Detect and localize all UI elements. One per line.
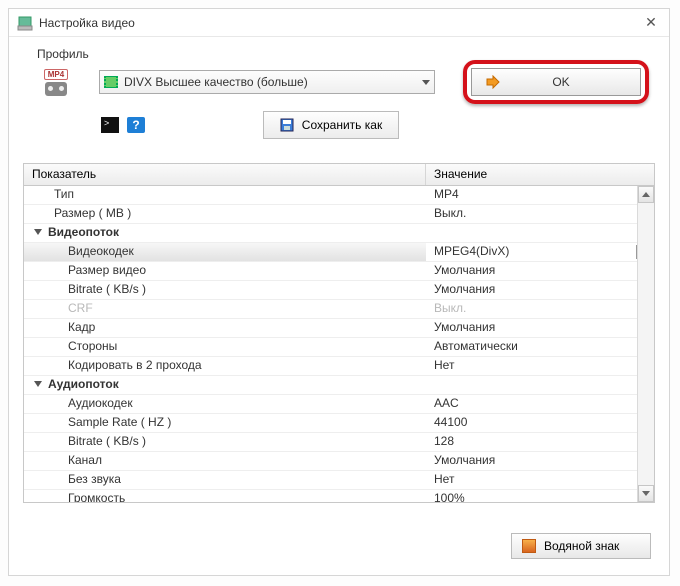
header-key[interactable]: Показатель bbox=[24, 164, 426, 185]
property-key: Тип bbox=[24, 186, 426, 204]
profile-select[interactable]: DIVX Высшее качество (больше) bbox=[99, 70, 435, 94]
property-key: Кадр bbox=[24, 319, 426, 337]
property-value[interactable]: 100% bbox=[426, 490, 654, 502]
properties-grid: Показатель Значение ТипMP4Размер ( MB )В… bbox=[23, 163, 655, 503]
profile-select-value: DIVX Высшее качество (больше) bbox=[124, 75, 416, 89]
property-value[interactable]: MPEG4(DivX) bbox=[426, 243, 654, 261]
property-value[interactable]: MP4 bbox=[426, 186, 654, 204]
console-icon[interactable] bbox=[101, 117, 119, 133]
property-row[interactable]: Кодировать в 2 проходаНет bbox=[24, 357, 654, 376]
property-key: Стороны bbox=[24, 338, 426, 356]
property-key: Канал bbox=[24, 452, 426, 470]
property-row[interactable]: Bitrate ( KB/s )Умолчания bbox=[24, 281, 654, 300]
property-value[interactable]: Умолчания bbox=[426, 452, 654, 470]
help-icon[interactable]: ? bbox=[127, 117, 145, 133]
property-value[interactable]: Выкл. bbox=[426, 205, 654, 223]
film-icon bbox=[104, 76, 118, 88]
property-key: Аудиопоток bbox=[24, 376, 426, 391]
property-row[interactable]: Громкость100% bbox=[24, 490, 654, 502]
property-row[interactable]: Sample Rate ( HZ )44100 bbox=[24, 414, 654, 433]
property-key: Размер ( MB ) bbox=[24, 205, 426, 223]
property-key: Bitrate ( KB/s ) bbox=[24, 281, 426, 299]
property-row[interactable]: СтороныАвтоматически bbox=[24, 338, 654, 357]
property-value bbox=[426, 376, 654, 394]
property-value[interactable]: Умолчания bbox=[426, 281, 654, 299]
property-value[interactable]: AAC bbox=[426, 395, 654, 413]
property-row[interactable]: КадрУмолчания bbox=[24, 319, 654, 338]
property-key: Аудиокодек bbox=[24, 395, 426, 413]
header-value[interactable]: Значение bbox=[426, 164, 654, 185]
mp4-format-icon[interactable]: MP4 bbox=[37, 65, 75, 99]
property-row[interactable]: ТипMP4 bbox=[24, 186, 654, 205]
save-as-label: Сохранить как bbox=[302, 118, 382, 132]
property-key: Без звука bbox=[24, 471, 426, 489]
group-row[interactable]: Аудиопоток bbox=[24, 376, 654, 395]
window-title: Настройка видео bbox=[39, 16, 641, 30]
ok-button[interactable]: OK bbox=[471, 68, 641, 96]
floppy-icon bbox=[280, 118, 294, 132]
property-value[interactable]: Нет bbox=[426, 357, 654, 375]
property-value bbox=[426, 224, 654, 242]
watermark-icon bbox=[522, 539, 536, 553]
property-value[interactable]: Выкл. bbox=[426, 300, 654, 318]
property-key: Sample Rate ( HZ ) bbox=[24, 414, 426, 432]
property-row[interactable]: Bitrate ( KB/s )128 bbox=[24, 433, 654, 452]
property-key: Громкость bbox=[24, 490, 426, 502]
property-row[interactable]: КаналУмолчания bbox=[24, 452, 654, 471]
ok-button-label: OK bbox=[510, 75, 612, 89]
collapse-icon[interactable] bbox=[34, 229, 42, 235]
save-as-button[interactable]: Сохранить как bbox=[263, 111, 399, 139]
arrow-right-icon bbox=[486, 75, 500, 89]
property-row[interactable]: CRFВыкл. bbox=[24, 300, 654, 319]
vertical-scrollbar[interactable] bbox=[637, 186, 654, 502]
scroll-up-button[interactable] bbox=[638, 186, 654, 203]
group-row[interactable]: Видеопоток bbox=[24, 224, 654, 243]
property-key: Кодировать в 2 прохода bbox=[24, 357, 426, 375]
mp4-badge-text: MP4 bbox=[44, 69, 68, 80]
chevron-down-icon bbox=[422, 80, 430, 85]
collapse-icon[interactable] bbox=[34, 381, 42, 387]
chevron-down-icon bbox=[642, 491, 650, 496]
scroll-track[interactable] bbox=[638, 203, 654, 485]
close-icon[interactable]: ✕ bbox=[641, 14, 661, 31]
scroll-down-button[interactable] bbox=[638, 485, 654, 502]
property-value[interactable]: 128 bbox=[426, 433, 654, 451]
property-row[interactable]: АудиокодекAAC bbox=[24, 395, 654, 414]
titlebar: Настройка видео ✕ bbox=[9, 9, 669, 37]
property-value[interactable]: Умолчания bbox=[426, 262, 654, 280]
property-row[interactable]: Без звукаНет bbox=[24, 471, 654, 490]
property-value[interactable]: Умолчания bbox=[426, 319, 654, 337]
property-key: Размер видео bbox=[24, 262, 426, 280]
property-key: Видеопоток bbox=[24, 224, 426, 239]
property-row[interactable]: Размер видеоУмолчания bbox=[24, 262, 654, 281]
chevron-up-icon bbox=[642, 192, 650, 197]
property-value[interactable]: 44100 bbox=[426, 414, 654, 432]
grid-header: Показатель Значение bbox=[24, 164, 654, 186]
property-value[interactable]: Нет bbox=[426, 471, 654, 489]
property-row[interactable]: Размер ( MB )Выкл. bbox=[24, 205, 654, 224]
profile-label: Профиль bbox=[37, 47, 669, 61]
property-value[interactable]: Автоматически bbox=[426, 338, 654, 356]
app-icon bbox=[17, 15, 33, 31]
property-key: Видеокодек bbox=[24, 243, 426, 261]
watermark-button[interactable]: Водяной знак bbox=[511, 533, 651, 559]
property-key: Bitrate ( KB/s ) bbox=[24, 433, 426, 451]
property-row[interactable]: ВидеокодекMPEG4(DivX) bbox=[24, 243, 654, 262]
property-key: CRF bbox=[24, 300, 426, 318]
watermark-label: Водяной знак bbox=[544, 539, 619, 553]
